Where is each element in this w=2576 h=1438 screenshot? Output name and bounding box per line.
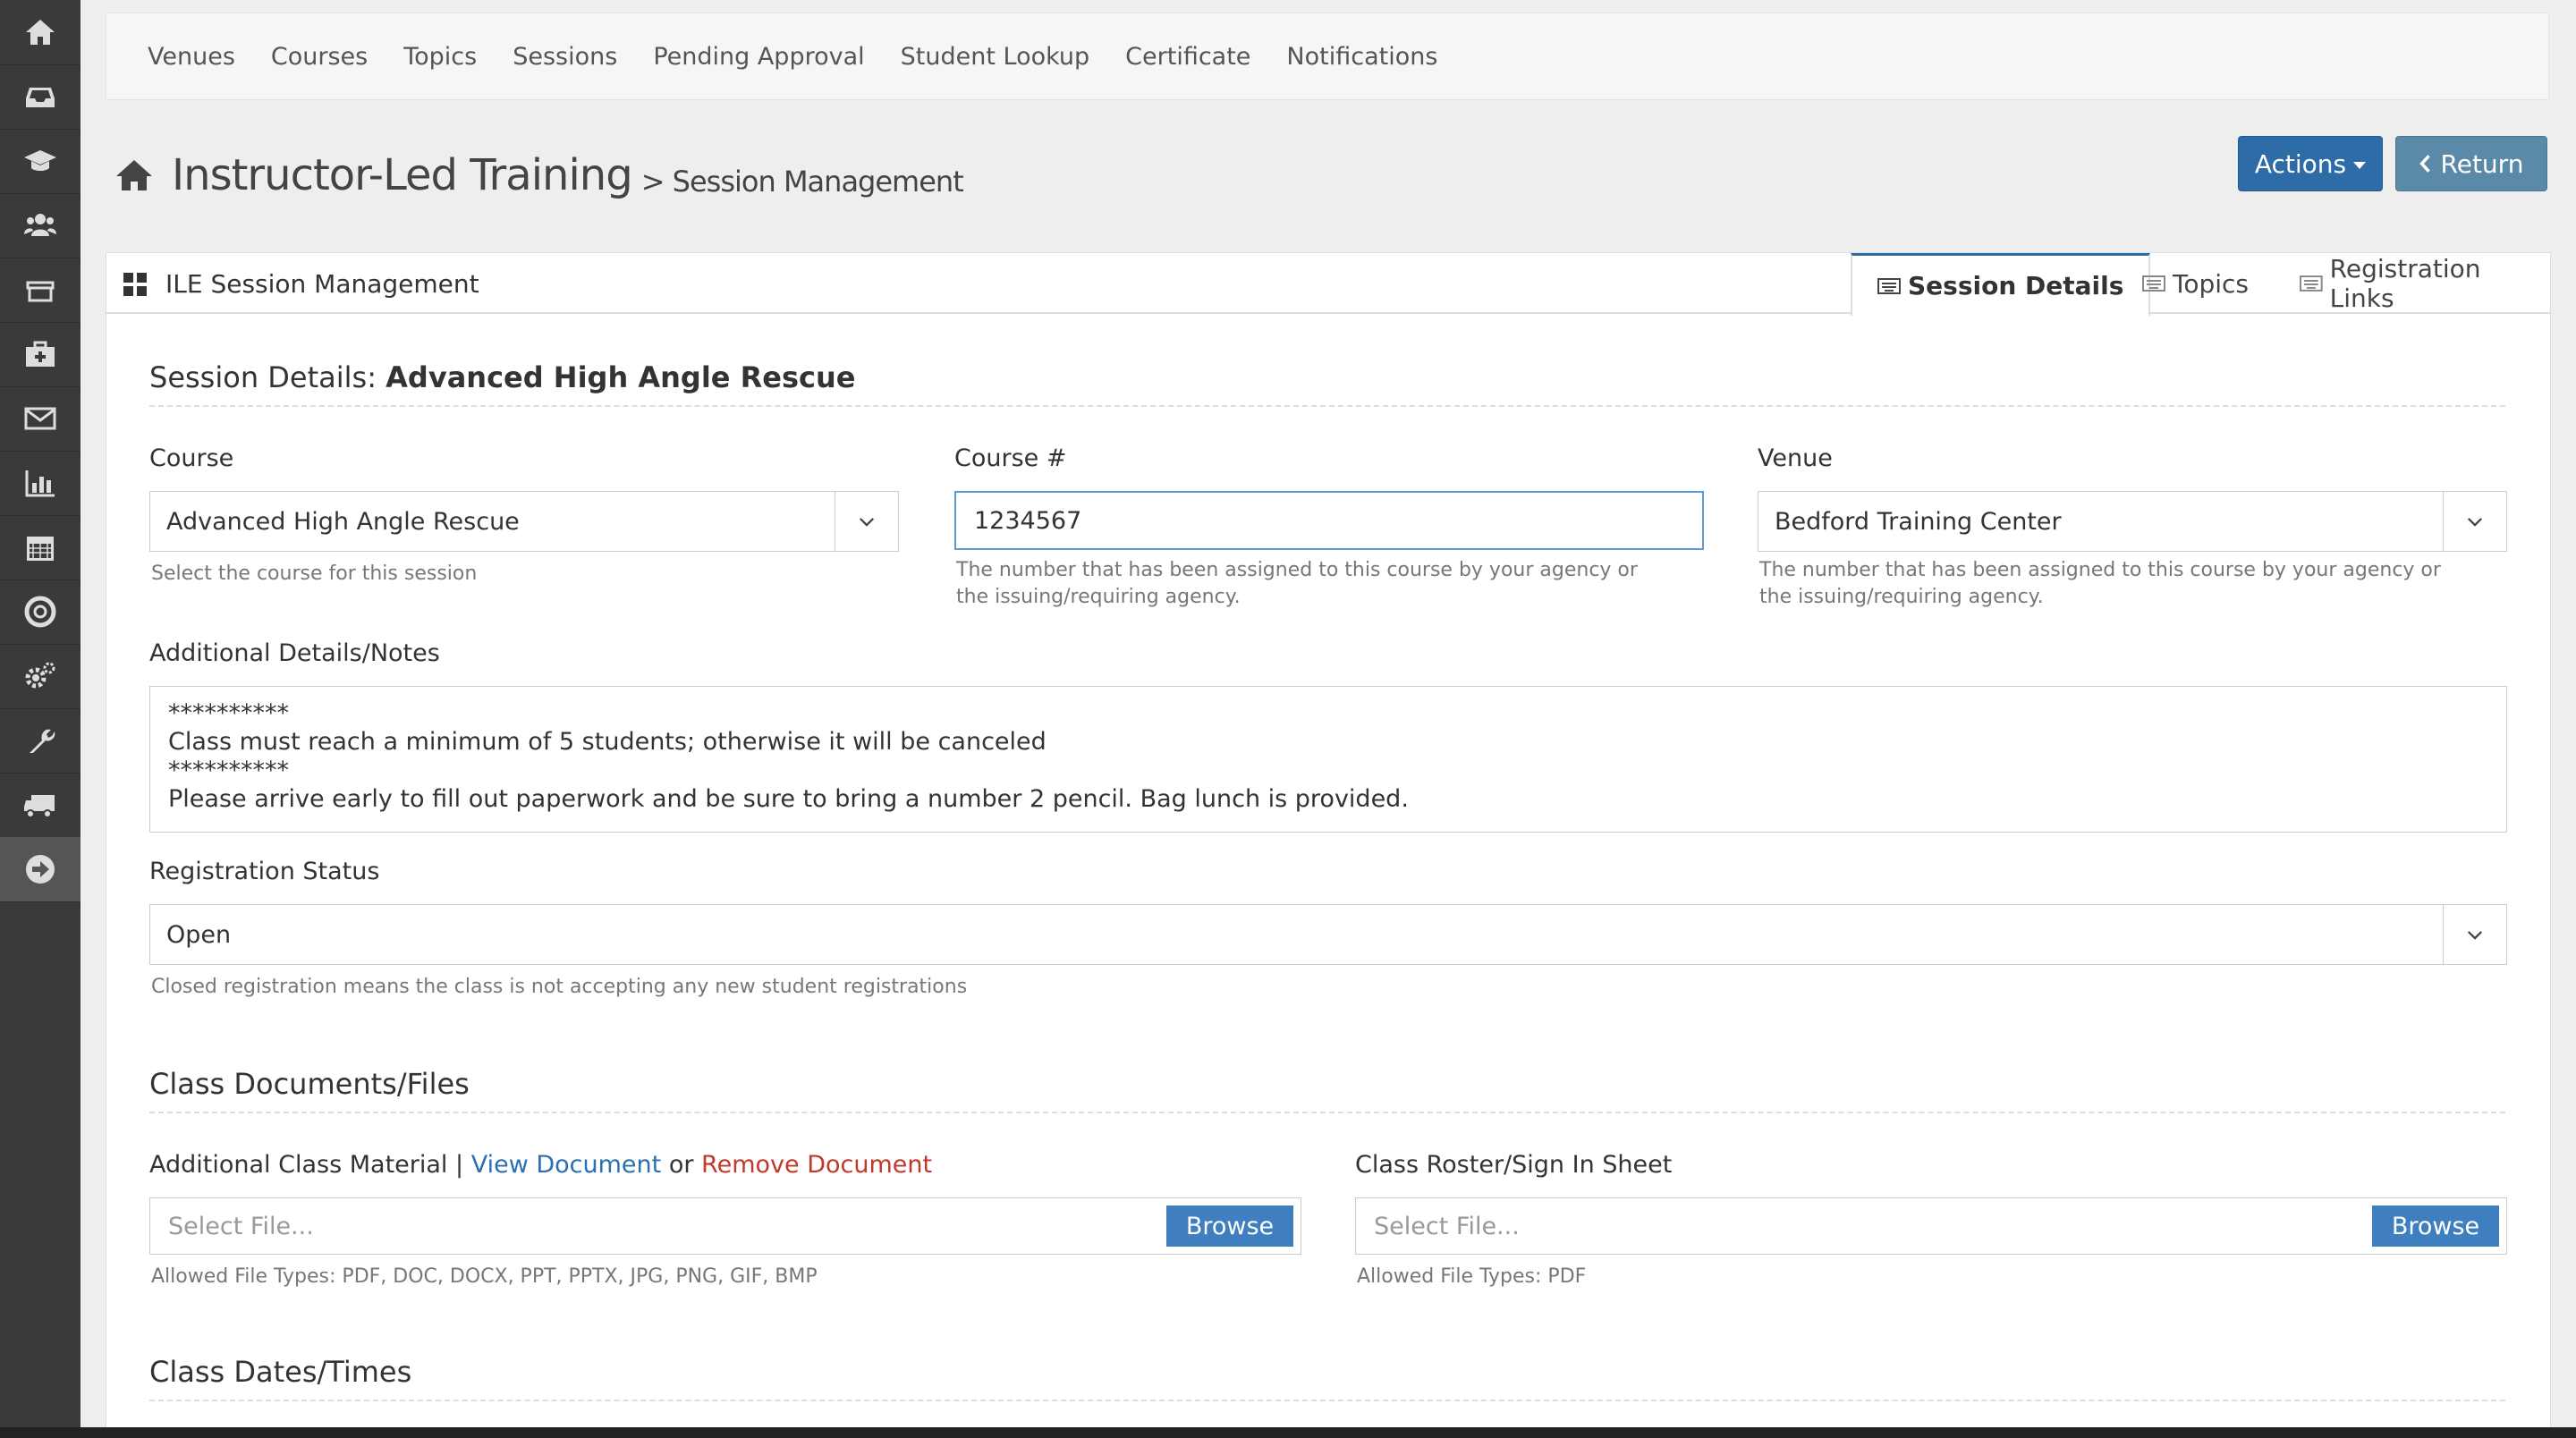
course-help: Select the course for this session	[151, 563, 478, 585]
course-select[interactable]: Advanced High Angle Rescue	[149, 491, 899, 552]
class-roster-file-input[interactable]: Select File... Browse	[1355, 1197, 2507, 1255]
course-number-label: Course #	[954, 444, 1067, 472]
panel-header: ILE Session Management Session Details T…	[106, 253, 2550, 316]
home-icon	[116, 160, 152, 190]
venue-label: Venue	[1758, 444, 1833, 472]
course-number-value: 1234567	[974, 506, 1082, 535]
keyboard-icon	[1877, 277, 1901, 294]
class-roster-label: Class Roster/Sign In Sheet	[1355, 1151, 1673, 1179]
nav-courses[interactable]: Courses	[271, 43, 368, 71]
life-ring-icon[interactable]	[0, 579, 80, 645]
tab-registration-links[interactable]: Registration Links	[2300, 253, 2550, 314]
venue-help: The number that has been assigned to thi…	[1759, 559, 2441, 608]
session-details-heading: Session Details: Advanced High Angle Res…	[149, 360, 2505, 407]
notes-label: Additional Details/Notes	[149, 639, 440, 667]
registration-status-value: Open	[166, 920, 232, 949]
view-document-link[interactable]: View Document	[471, 1151, 662, 1179]
nav-topics[interactable]: Topics	[403, 43, 477, 71]
top-navigation: Venues Courses Topics Sessions Pending A…	[106, 13, 2549, 100]
window-bottom-edge	[0, 1427, 2576, 1438]
panel-title-text: ILE Session Management	[165, 269, 479, 299]
bar-chart-icon[interactable]	[0, 451, 80, 516]
notes-line: **********	[168, 699, 289, 727]
additional-material-label: Additional Class Material | View Documen…	[149, 1151, 932, 1179]
page-title-sub: > Session Management	[640, 165, 964, 199]
icon-sidebar	[0, 0, 80, 1438]
chevron-down-icon	[835, 492, 898, 551]
notes-textarea[interactable]: ********** Class must reach a minimum of…	[149, 686, 2507, 833]
session-management-panel: ILE Session Management Session Details T…	[106, 252, 2551, 1438]
nav-sessions[interactable]: Sessions	[513, 43, 617, 71]
additional-material-help: Allowed File Types: PDF, DOC, DOCX, PPT,…	[151, 1265, 818, 1288]
or-text: or	[661, 1151, 702, 1179]
truck-icon[interactable]	[0, 773, 80, 838]
nav-certificate[interactable]: Certificate	[1125, 43, 1250, 71]
class-documents-heading: Class Documents/Files	[149, 1067, 2505, 1113]
return-button[interactable]: Return	[2395, 136, 2547, 191]
nav-notifications[interactable]: Notifications	[1286, 43, 1437, 71]
chevron-down-icon	[2443, 492, 2506, 551]
session-name: Advanced High Angle Rescue	[386, 360, 856, 394]
tab-topics-label: Topics	[2173, 268, 2250, 299]
panel-title: ILE Session Management	[123, 269, 479, 299]
file-placeholder: Select File...	[168, 1212, 314, 1240]
calendar-icon[interactable]	[0, 515, 80, 580]
archive-icon[interactable]	[0, 258, 80, 323]
registration-status-label: Registration Status	[149, 858, 380, 885]
page-title: Instructor-Led Training > Session Manage…	[114, 150, 964, 200]
envelope-icon[interactable]	[0, 386, 80, 452]
browse-button[interactable]: Browse	[2372, 1205, 2499, 1247]
notes-line: Please arrive early to fill out paperwor…	[168, 785, 1409, 813]
registration-status-help: Closed registration means the class is n…	[151, 976, 968, 998]
return-label: Return	[2440, 148, 2524, 179]
nav-venues[interactable]: Venues	[148, 43, 235, 71]
chevron-down-icon	[2443, 905, 2506, 964]
class-roster-help: Allowed File Types: PDF	[1357, 1265, 1587, 1288]
sign-out-icon[interactable]	[0, 837, 80, 902]
actions-button[interactable]: Actions	[2238, 136, 2383, 191]
section-prefix: Session Details:	[149, 360, 386, 394]
notes-line: Class must reach a minimum of 5 students…	[168, 728, 1046, 756]
additional-material-text: Additional Class Material |	[149, 1151, 471, 1179]
tab-topics[interactable]: Topics	[2142, 253, 2249, 314]
tab-session-details-label: Session Details	[1908, 271, 2124, 300]
course-number-help: The number that has been assigned to thi…	[956, 559, 1638, 608]
keyboard-icon	[2300, 275, 2323, 292]
course-value: Advanced High Angle Rescue	[166, 507, 520, 536]
users-icon[interactable]	[0, 193, 80, 258]
chevron-left-icon	[2419, 155, 2430, 173]
tab-session-details[interactable]: Session Details	[1851, 253, 2151, 316]
tab-registration-links-label: Registration Links	[2329, 254, 2481, 313]
registration-status-select[interactable]: Open	[149, 904, 2507, 965]
course-number-input[interactable]: 1234567	[954, 491, 1704, 550]
nav-student-lookup[interactable]: Student Lookup	[901, 43, 1090, 71]
venue-select[interactable]: Bedford Training Center	[1758, 491, 2507, 552]
keyboard-icon	[2142, 275, 2165, 292]
gears-icon[interactable]	[0, 644, 80, 709]
venue-value: Bedford Training Center	[1775, 507, 2062, 536]
nav-pending-approval[interactable]: Pending Approval	[653, 43, 864, 71]
notes-line: **********	[168, 757, 289, 784]
actions-label: Actions	[2254, 148, 2347, 179]
graduation-cap-icon[interactable]	[0, 129, 80, 194]
caret-down-icon	[2353, 162, 2367, 169]
grid-icon	[123, 272, 147, 296]
additional-material-file-input[interactable]: Select File... Browse	[149, 1197, 1301, 1255]
medkit-icon[interactable]	[0, 322, 80, 387]
wrench-icon[interactable]	[0, 708, 80, 774]
inbox-icon[interactable]	[0, 64, 80, 130]
browse-button[interactable]: Browse	[1166, 1205, 1293, 1247]
page-title-main: Instructor-Led Training	[172, 150, 633, 200]
file-placeholder: Select File...	[1374, 1212, 1520, 1240]
class-dates-heading: Class Dates/Times	[149, 1355, 2505, 1401]
remove-document-link[interactable]: Remove Document	[701, 1151, 932, 1179]
course-label: Course	[149, 444, 234, 472]
home-icon[interactable]	[0, 0, 80, 65]
